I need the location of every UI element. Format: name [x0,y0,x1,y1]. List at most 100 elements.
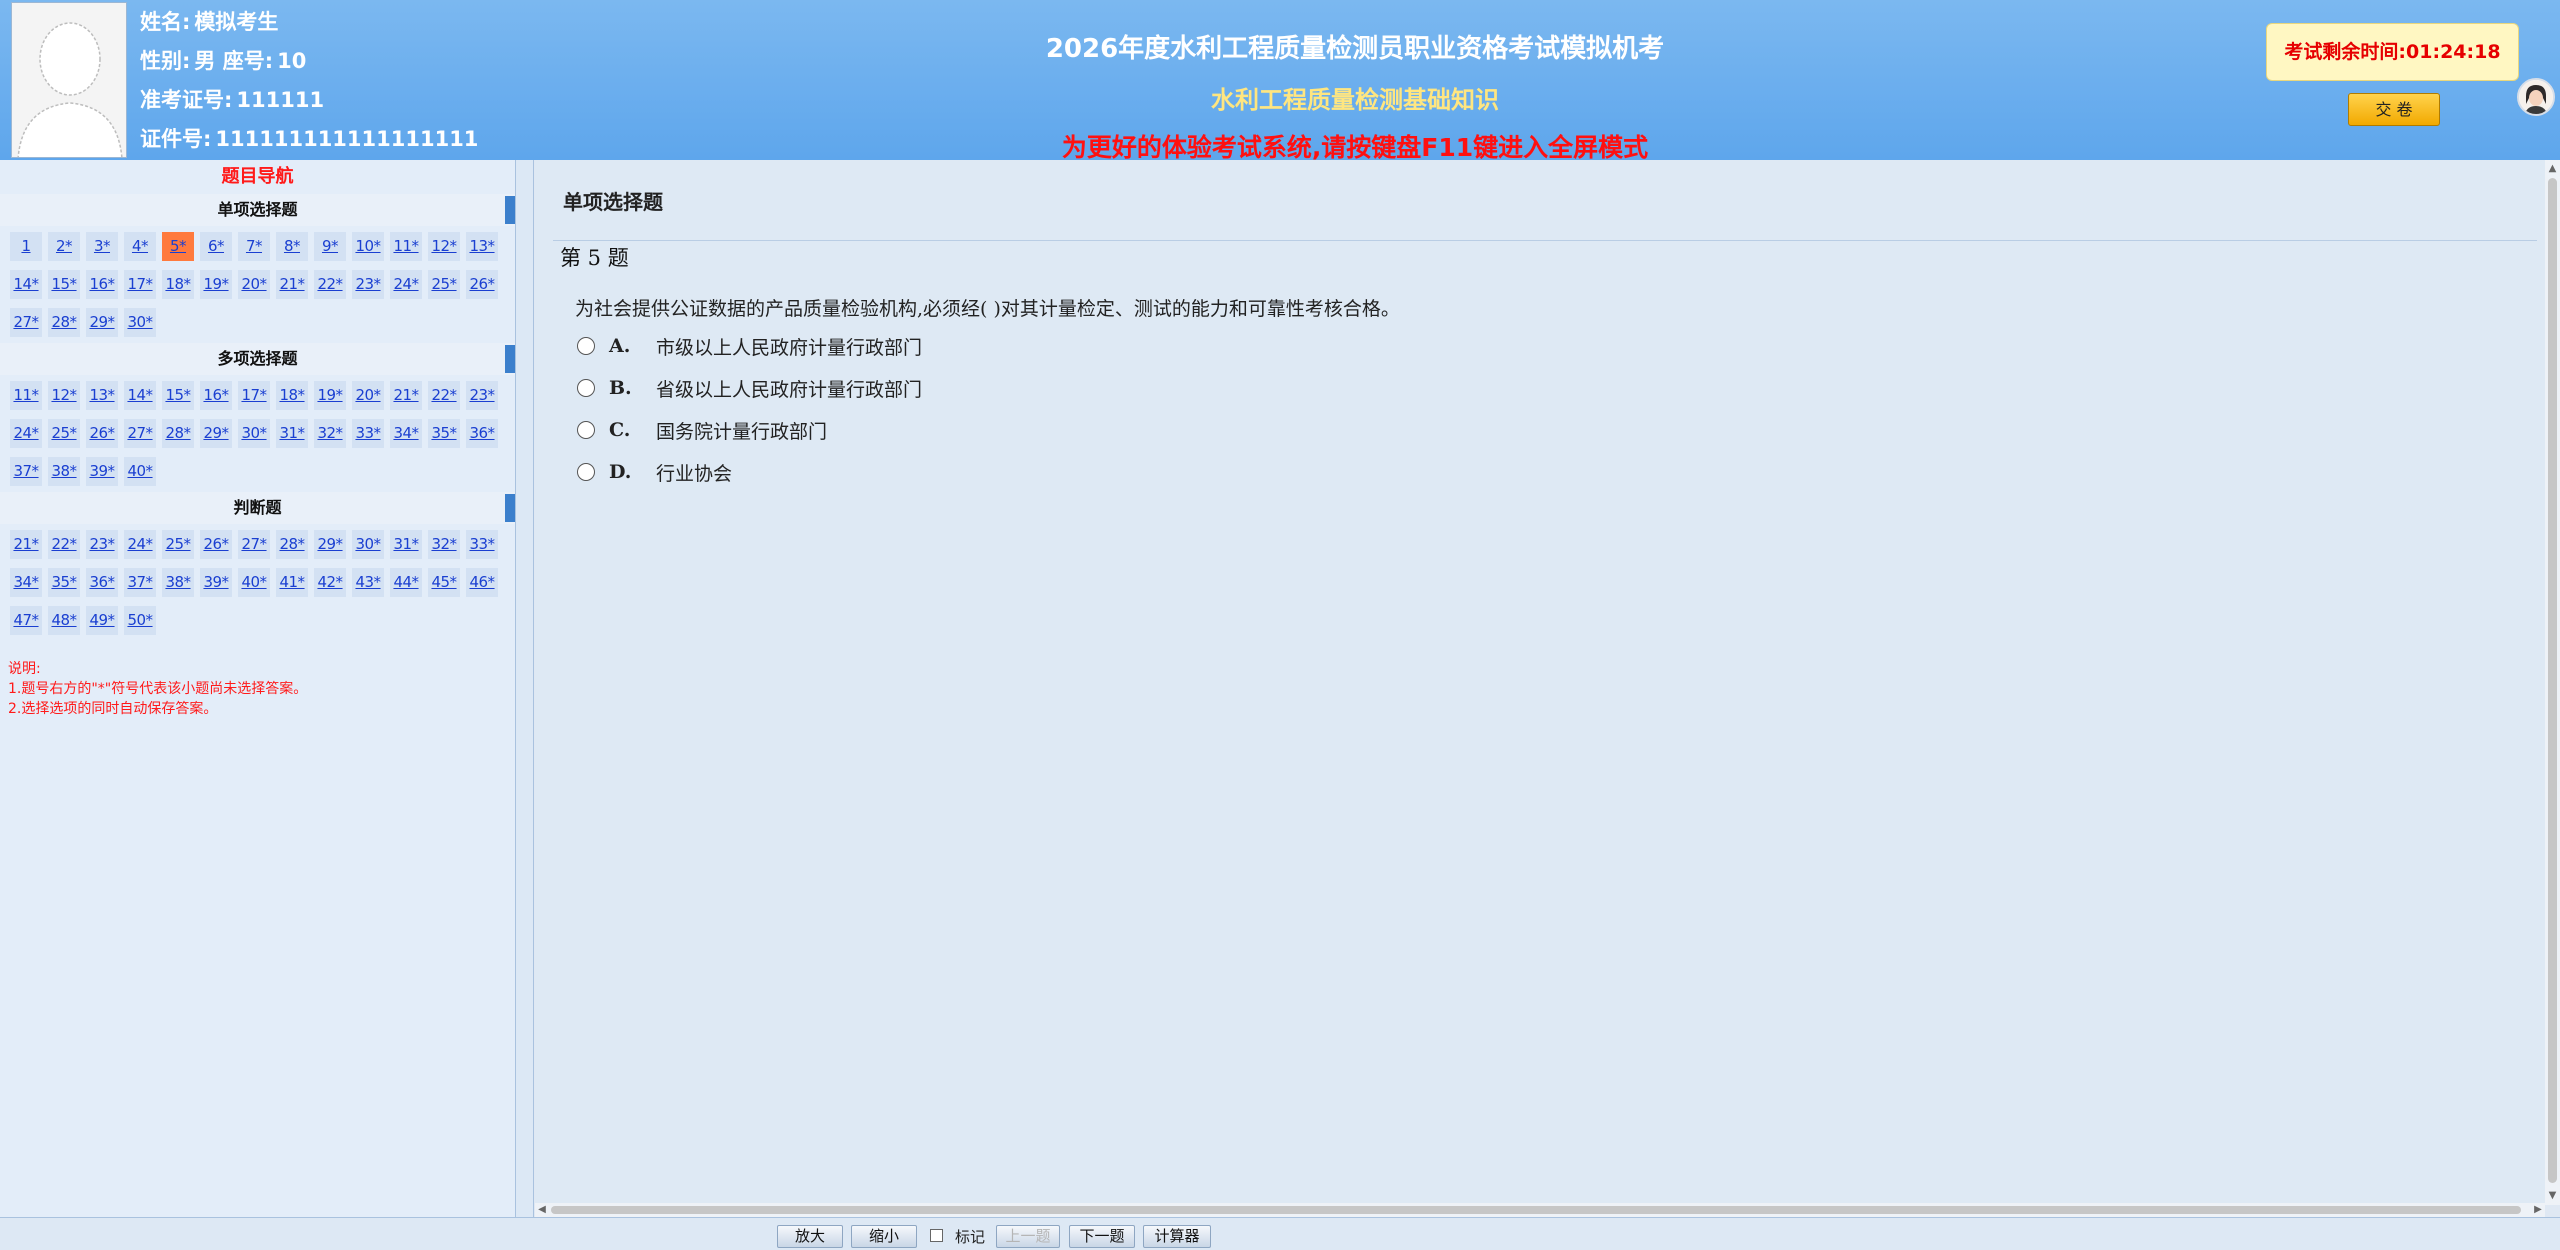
question-nav-button[interactable]: 47* [10,606,42,635]
question-nav-button[interactable]: 17* [124,270,156,299]
question-nav-button[interactable]: 8* [276,232,308,261]
question-nav-button[interactable]: 33* [466,530,498,559]
radio-button[interactable] [577,463,595,481]
question-nav-button[interactable]: 26* [466,270,498,299]
question-nav-button[interactable]: 30* [238,419,270,448]
question-nav-button[interactable]: 11* [390,232,422,261]
question-nav-button-current[interactable]: 5* [162,232,194,261]
question-nav-button[interactable]: 31* [390,530,422,559]
question-nav-button[interactable]: 16* [200,381,232,410]
question-nav-button[interactable]: 21* [276,270,308,299]
question-nav-button[interactable]: 32* [314,419,346,448]
question-nav-button[interactable]: 17* [238,381,270,410]
question-nav-button[interactable]: 9* [314,232,346,261]
panel-splitter[interactable] [516,160,534,1217]
question-nav-button[interactable]: 35* [48,568,80,597]
question-nav-button[interactable]: 18* [276,381,308,410]
vertical-scroll-thumb[interactable] [2548,178,2557,1183]
question-nav-button[interactable]: 34* [390,419,422,448]
question-nav-button[interactable]: 31* [276,419,308,448]
question-nav-button[interactable]: 24* [10,419,42,448]
calculator-button[interactable]: 计算器 [1143,1225,1211,1248]
radio-button[interactable] [577,379,595,397]
vertical-scrollbar[interactable]: ▲ ▼ [2545,160,2560,1205]
scroll-left-arrow-icon[interactable]: ◀ [535,1203,549,1217]
question-nav-button[interactable]: 46* [466,568,498,597]
question-nav-button[interactable]: 36* [86,568,118,597]
question-nav-button[interactable]: 29* [86,308,118,337]
question-nav-button[interactable]: 21* [390,381,422,410]
question-nav-button[interactable]: 32* [428,530,460,559]
question-nav-button[interactable]: 12* [428,232,460,261]
question-nav-button[interactable]: 42* [314,568,346,597]
question-nav-button[interactable]: 48* [48,606,80,635]
question-nav-button[interactable]: 13* [466,232,498,261]
question-nav-button[interactable]: 19* [200,270,232,299]
zoom-out-button[interactable]: 缩小 [851,1225,917,1248]
question-nav-button[interactable]: 39* [200,568,232,597]
question-nav-button[interactable]: 25* [48,419,80,448]
question-nav-button[interactable]: 49* [86,606,118,635]
question-nav-button[interactable]: 43* [352,568,384,597]
option-b[interactable]: B. 省级以上人民政府计量行政部门 [577,374,922,402]
question-nav-button[interactable]: 45* [428,568,460,597]
question-nav-button[interactable]: 23* [86,530,118,559]
question-nav-button[interactable]: 13* [86,381,118,410]
question-nav-button[interactable]: 50* [124,606,156,635]
question-nav-button[interactable]: 19* [314,381,346,410]
question-nav-button[interactable]: 26* [200,530,232,559]
question-nav-button[interactable]: 37* [124,568,156,597]
question-nav-button[interactable]: 30* [352,530,384,559]
question-nav-button[interactable]: 20* [238,270,270,299]
question-nav-button[interactable]: 12* [48,381,80,410]
question-nav-button[interactable]: 40* [238,568,270,597]
question-nav-button[interactable]: 2* [48,232,80,261]
question-nav-button[interactable]: 28* [276,530,308,559]
question-nav-button[interactable]: 23* [352,270,384,299]
radio-button[interactable] [577,337,595,355]
question-nav-button[interactable]: 44* [390,568,422,597]
scroll-right-arrow-icon[interactable]: ▶ [2531,1203,2545,1217]
question-nav-button[interactable]: 38* [162,568,194,597]
user-avatar-icon[interactable] [2517,78,2555,116]
question-nav-button[interactable]: 16* [86,270,118,299]
question-nav-button[interactable]: 22* [428,381,460,410]
question-nav-button[interactable]: 11* [10,381,42,410]
question-nav-button[interactable]: 25* [162,530,194,559]
mark-checkbox[interactable] [930,1229,943,1242]
question-nav-button[interactable]: 40* [124,457,156,486]
option-d[interactable]: D. 行业协会 [577,458,732,486]
submit-exam-button[interactable]: 交 卷 [2348,93,2440,126]
question-nav-button[interactable]: 15* [48,270,80,299]
question-nav-button[interactable]: 36* [466,419,498,448]
question-nav-button[interactable]: 1 [10,232,42,261]
question-nav-button[interactable]: 22* [48,530,80,559]
question-nav-button[interactable]: 14* [10,270,42,299]
question-nav-button[interactable]: 6* [200,232,232,261]
question-nav-button[interactable]: 26* [86,419,118,448]
horizontal-scrollbar[interactable]: ◀ ▶ [535,1203,2545,1217]
previous-question-button[interactable]: 上一题 [996,1225,1060,1248]
question-nav-button[interactable]: 25* [428,270,460,299]
question-nav-button[interactable]: 23* [466,381,498,410]
zoom-in-button[interactable]: 放大 [777,1225,843,1248]
question-nav-button[interactable]: 37* [10,457,42,486]
scroll-up-arrow-icon[interactable]: ▲ [2545,162,2560,176]
question-nav-button[interactable]: 24* [124,530,156,559]
question-nav-button[interactable]: 39* [86,457,118,486]
question-nav-button[interactable]: 34* [10,568,42,597]
question-nav-button[interactable]: 35* [428,419,460,448]
question-nav-button[interactable]: 27* [238,530,270,559]
question-nav-button[interactable]: 21* [10,530,42,559]
question-nav-button[interactable]: 30* [124,308,156,337]
question-nav-button[interactable]: 22* [314,270,346,299]
question-nav-button[interactable]: 7* [238,232,270,261]
question-nav-button[interactable]: 24* [390,270,422,299]
option-a[interactable]: A. 市级以上人民政府计量行政部门 [577,332,922,360]
question-nav-button[interactable]: 15* [162,381,194,410]
next-question-button[interactable]: 下一题 [1069,1225,1135,1248]
radio-button[interactable] [577,421,595,439]
question-nav-button[interactable]: 14* [124,381,156,410]
option-c[interactable]: C. 国务院计量行政部门 [577,416,827,444]
question-nav-button[interactable]: 29* [314,530,346,559]
